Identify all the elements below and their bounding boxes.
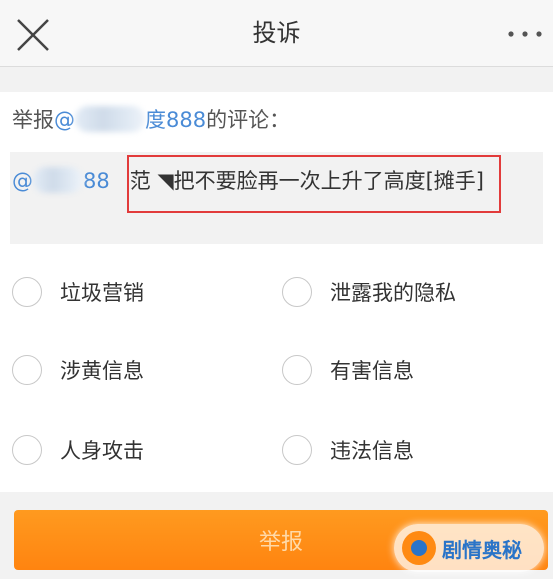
radio-button[interactable] bbox=[12, 355, 42, 385]
option-pornographic[interactable]: 涉黄信息 bbox=[12, 350, 144, 390]
option-illegal-info[interactable]: 违法信息 bbox=[282, 430, 414, 470]
watermark: 剧情奥秘 bbox=[394, 524, 544, 572]
report-panel: 举报@ 度888的评论： @88 范 ◥把不要脸再一次上升了高度[摊手] 垃圾营销… bbox=[0, 92, 553, 492]
option-personal-attack[interactable]: 人身攻击 bbox=[12, 430, 144, 470]
radio-button[interactable] bbox=[282, 277, 312, 307]
more-dots-icon[interactable] bbox=[505, 24, 545, 44]
radio-button[interactable] bbox=[12, 435, 42, 465]
report-prefix: 举报 bbox=[12, 108, 54, 132]
watermark-text: 剧情奥秘 bbox=[442, 537, 522, 562]
radio-button[interactable] bbox=[282, 355, 312, 385]
blurred-username bbox=[75, 106, 145, 132]
option-spam[interactable]: 垃圾营销 bbox=[12, 272, 144, 312]
highlight-annotation bbox=[127, 155, 501, 213]
radio-button[interactable] bbox=[12, 277, 42, 307]
reported-user-mention[interactable]: @ 度888 bbox=[54, 106, 206, 132]
option-privacy-leak[interactable]: 泄露我的隐私 bbox=[282, 272, 456, 312]
quoted-comment: @88 范 ◥把不要脸再一次上升了高度[摊手] bbox=[10, 152, 543, 244]
radio-button[interactable] bbox=[282, 435, 312, 465]
option-harmful-info[interactable]: 有害信息 bbox=[282, 350, 414, 390]
page-title: 投诉 bbox=[252, 19, 301, 47]
report-heading: 举报@ 度888的评论： bbox=[12, 104, 290, 134]
blurred-username bbox=[33, 167, 83, 193]
top-bar: 投诉 bbox=[0, 0, 553, 67]
comment-author-mention[interactable]: @88 bbox=[12, 167, 110, 193]
report-suffix: 的评论： bbox=[206, 108, 291, 132]
watermark-logo-icon bbox=[402, 531, 436, 565]
